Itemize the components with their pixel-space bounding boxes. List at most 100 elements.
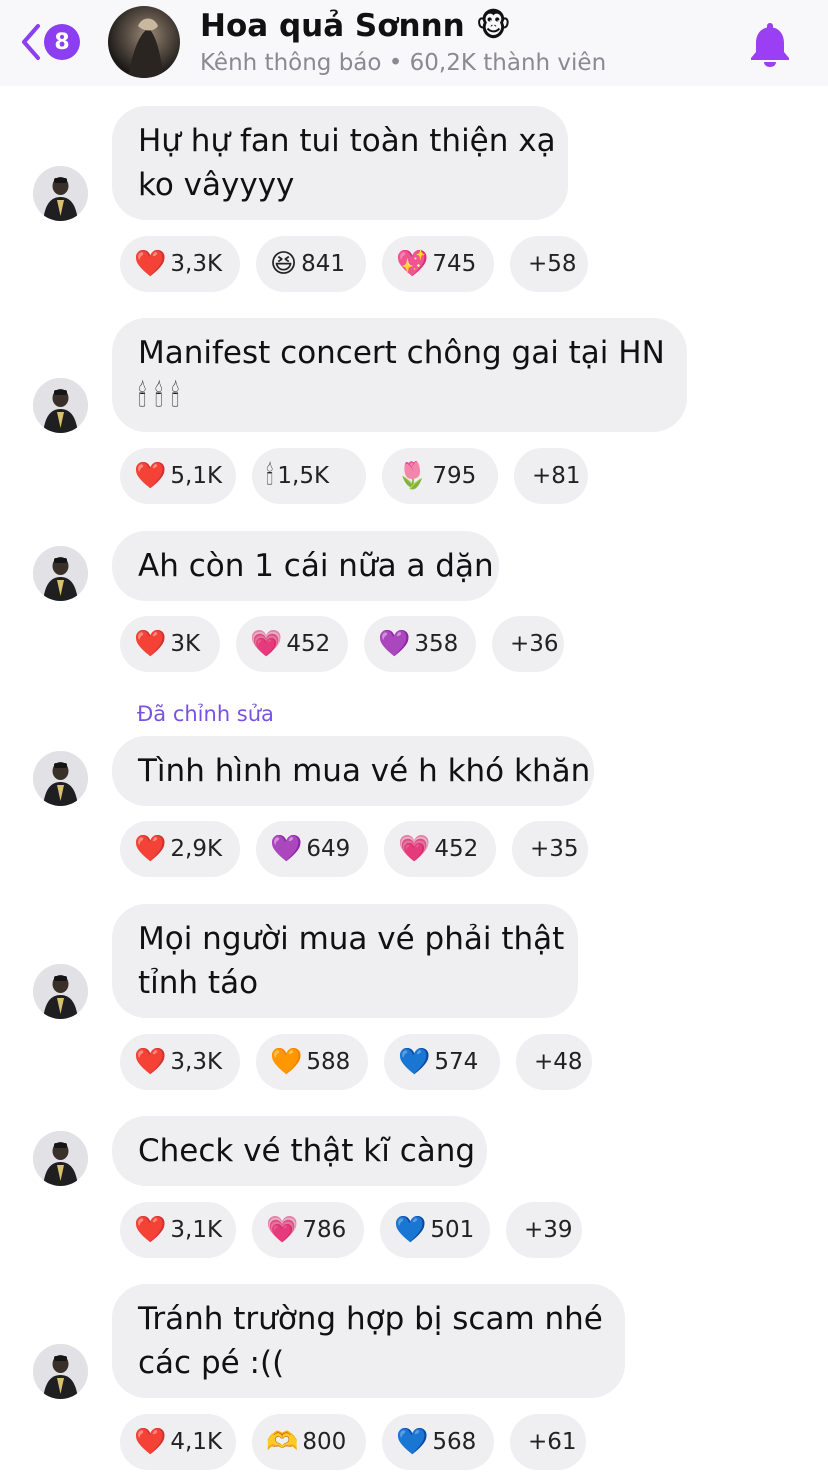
channel-header: 8 Hoa quả Sơnnn 🐵 Kênh thông báo • 60,2K… [0, 0, 828, 86]
reaction-chip[interactable]: 😆 841 [256, 236, 366, 292]
reaction-count: 588 [306, 1049, 351, 1075]
reaction-emoji-icon: ❤️ [134, 249, 167, 279]
reaction-chip[interactable]: ❤️ 2,9K [120, 821, 240, 877]
reaction-chip[interactable]: 💜 649 [256, 821, 368, 877]
reaction-emoji-icon: 💜 [378, 629, 411, 659]
reaction-chip[interactable]: ❤️ 3,3K [120, 236, 240, 292]
reaction-count: 3,3K [170, 1049, 223, 1075]
reaction-emoji-icon: 💗 [250, 629, 283, 659]
back-button[interactable]: 8 [20, 20, 80, 64]
message-text-line: tỉnh táo [138, 965, 259, 1001]
reaction-bar: ❤️ 4,1K 🫶 800 💙 568 +61 [120, 1414, 586, 1470]
message-text-line: Manifest concert chông gai tại HN [138, 335, 665, 371]
reaction-emoji-icon: 💖 [396, 249, 429, 279]
message-bubble[interactable]: Tránh trường hợp bị scam nhé các pé :(( [112, 1284, 625, 1398]
reaction-bar: ❤️ 5,1K 🕯 1,5K 🌷 795 +81 [120, 448, 588, 504]
reaction-emoji-icon: 💙 [398, 1047, 431, 1077]
message-bubble[interactable]: Mọi người mua vé phải thật tỉnh táo [112, 904, 578, 1018]
more-reactions-chip[interactable]: +35 [512, 821, 588, 877]
reaction-emoji-icon: 💜 [270, 834, 303, 864]
chevron-left-icon [22, 24, 40, 60]
more-reactions-chip[interactable]: +61 [510, 1414, 586, 1470]
reaction-chip[interactable]: 💙 568 [382, 1414, 494, 1470]
reaction-emoji-icon: 💗 [266, 1215, 299, 1245]
reaction-count: 2,9K [170, 836, 223, 862]
message-text-line: Mọi người mua vé phải thật [138, 921, 565, 957]
sender-avatar[interactable] [33, 166, 88, 221]
message-bubble[interactable]: Check vé thật kĩ càng [112, 1116, 487, 1186]
sender-avatar[interactable] [33, 751, 88, 806]
reaction-count: 4,1K [170, 1429, 223, 1455]
reaction-count: 452 [434, 836, 479, 862]
reaction-count: 5,1K [170, 463, 223, 489]
reaction-count: 745 [432, 251, 477, 277]
reaction-emoji-icon: ❤️ [134, 1047, 167, 1077]
reaction-emoji-icon: 😆 [270, 249, 298, 279]
message-text-line: các pé :(( [138, 1345, 285, 1381]
more-reactions-chip[interactable]: +48 [516, 1034, 592, 1090]
reaction-chip[interactable]: ❤️ 5,1K [120, 448, 236, 504]
message-bubble[interactable]: Hự hự fan tui toàn thiện xạ ko vâyyyy [112, 106, 568, 220]
reaction-emoji-icon: ❤️ [134, 461, 167, 491]
reaction-count: 3K [170, 631, 201, 657]
message-text-line: Tránh trường hợp bị scam nhé [138, 1301, 603, 1337]
reaction-bar: ❤️ 3,1K 💗 786 💙 501 +39 [120, 1202, 582, 1258]
reaction-emoji-icon: 🫶 [266, 1427, 299, 1457]
reaction-chip[interactable]: 💖 745 [382, 236, 494, 292]
reaction-bar: ❤️ 3,3K 😆 841 💖 745 +58 [120, 236, 588, 292]
more-reactions-chip[interactable]: +81 [514, 448, 588, 504]
more-reactions-chip[interactable]: +36 [492, 616, 564, 672]
reaction-count: 568 [432, 1429, 477, 1455]
message-bubble[interactable]: Manifest concert chông gai tại HN 🕯🕯🕯 [112, 318, 687, 432]
channel-avatar[interactable] [108, 6, 180, 78]
reaction-chip[interactable]: 💗 452 [384, 821, 496, 877]
reaction-chip[interactable]: 💗 452 [236, 616, 348, 672]
more-reactions-chip[interactable]: +58 [510, 236, 588, 292]
reaction-bar: ❤️ 3K 💗 452 💜 358 +36 [120, 616, 564, 672]
notification-bell-button[interactable] [748, 20, 792, 72]
reaction-chip[interactable]: 💙 574 [384, 1034, 500, 1090]
reaction-emoji-icon: ❤️ [134, 834, 167, 864]
reaction-emoji-icon: 💗 [398, 834, 431, 864]
reaction-count: 649 [306, 836, 351, 862]
reaction-count: 3,3K [170, 251, 223, 277]
reaction-count: 501 [430, 1217, 475, 1243]
reaction-emoji-icon: 🕯 [266, 461, 274, 491]
reaction-chip[interactable]: ❤️ 4,1K [120, 1414, 236, 1470]
more-reactions-chip[interactable]: +39 [506, 1202, 582, 1258]
reaction-chip[interactable]: 🌷 795 [382, 448, 498, 504]
reaction-chip[interactable]: 🧡 588 [256, 1034, 368, 1090]
message-text-line: ko vâyyyy [138, 167, 295, 203]
sender-avatar[interactable] [33, 546, 88, 601]
reaction-count: 841 [301, 251, 346, 277]
reaction-chip[interactable]: 🫶 800 [252, 1414, 366, 1470]
reaction-count: 452 [286, 631, 331, 657]
reaction-emoji-icon: 💙 [396, 1427, 429, 1457]
reaction-bar: ❤️ 2,9K 💜 649 💗 452 +35 [120, 821, 588, 877]
reaction-chip[interactable]: ❤️ 3,1K [120, 1202, 236, 1258]
reaction-chip[interactable]: 🕯 1,5K [252, 448, 366, 504]
reaction-chip[interactable]: 💗 786 [252, 1202, 364, 1258]
message-bubble[interactable]: Tình hình mua vé h khó khăn [112, 736, 594, 806]
sender-avatar[interactable] [33, 1344, 88, 1399]
reaction-count: 795 [432, 463, 477, 489]
reaction-chip[interactable]: 💜 358 [364, 616, 476, 672]
message-bubble[interactable]: Ah còn 1 cái nữa a dặn [112, 531, 499, 601]
channel-title[interactable]: Hoa quả Sơnnn 🐵 [200, 8, 511, 44]
reaction-count: 1,5K [277, 463, 330, 489]
reaction-count: 358 [414, 631, 459, 657]
sender-avatar[interactable] [33, 964, 88, 1019]
message-text-line: Ah còn 1 cái nữa a dặn [138, 548, 494, 584]
reaction-count: 3,1K [170, 1217, 223, 1243]
message-text-line: Check vé thật kĩ càng [138, 1133, 476, 1169]
edited-label: Đã chỉnh sửa [137, 702, 274, 726]
reaction-chip[interactable]: ❤️ 3K [120, 616, 220, 672]
sender-avatar[interactable] [33, 378, 88, 433]
reaction-chip[interactable]: 💙 501 [380, 1202, 490, 1258]
unread-count-badge: 8 [44, 24, 80, 60]
reaction-emoji-icon: ❤️ [134, 629, 167, 659]
reaction-chip[interactable]: ❤️ 3,3K [120, 1034, 240, 1090]
reaction-count: 786 [302, 1217, 347, 1243]
sender-avatar[interactable] [33, 1131, 88, 1186]
reaction-emoji-icon: ❤️ [134, 1427, 167, 1457]
